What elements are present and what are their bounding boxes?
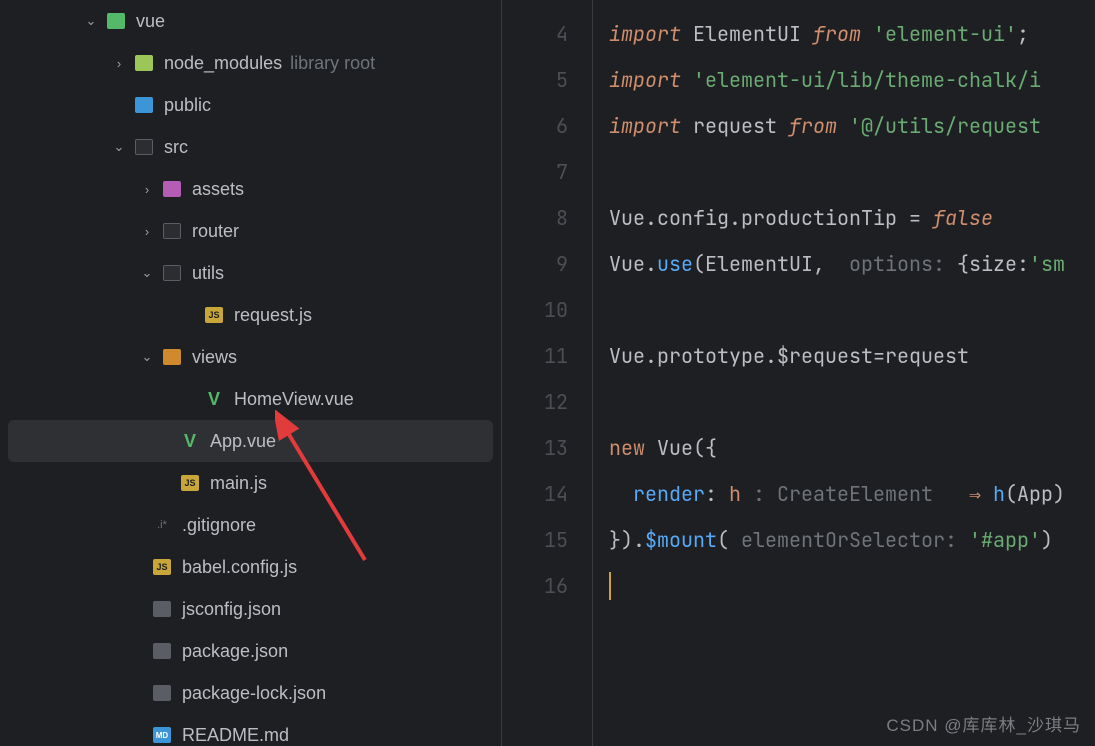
tree-item-label: router	[192, 221, 239, 242]
file-package-lock[interactable]: package-lock.json	[0, 672, 501, 714]
tree-item-label: utils	[192, 263, 224, 284]
file-readme[interactable]: MD README.md	[0, 714, 501, 746]
file-tree-sidebar: ⌄ vue › node_modules library root public ⌄ src ›…	[0, 0, 502, 746]
folder-orange-icon	[162, 347, 182, 367]
chevron-down-icon[interactable]: ⌄	[112, 139, 126, 155]
chevron-right-icon[interactable]: ›	[112, 56, 126, 71]
watermark: CSDN @库库林_沙琪马	[886, 711, 1081, 736]
line-number: 12	[502, 379, 568, 425]
text-cursor	[609, 572, 611, 600]
folder-utils[interactable]: ⌄ utils	[0, 252, 501, 294]
tree-item-label: assets	[192, 179, 244, 200]
code-line[interactable]	[609, 563, 1095, 609]
tree-item-label: babel.config.js	[182, 557, 297, 578]
folder-lib-icon	[134, 53, 154, 73]
folder-assets[interactable]: › assets	[0, 168, 501, 210]
tree-item-label: src	[164, 137, 188, 158]
chevron-right-icon[interactable]: ›	[140, 224, 154, 239]
folder-router[interactable]: › router	[0, 210, 501, 252]
line-number: 15	[502, 517, 568, 563]
tree-item-label: public	[164, 95, 211, 116]
file-app-vue[interactable]: V App.vue	[8, 420, 493, 462]
folder-dark-icon	[162, 263, 182, 283]
code-line[interactable]: Vue.prototype.$request=request	[609, 333, 1095, 379]
folder-node-modules[interactable]: › node_modules library root	[0, 42, 501, 84]
line-number: 4	[502, 11, 568, 57]
tree-item-label: request.js	[234, 305, 312, 326]
code-line[interactable]: }).$mount( elementOrSelector: '#app')	[609, 517, 1095, 563]
file-request-js[interactable]: JS request.js	[0, 294, 501, 336]
line-number: 16	[502, 563, 568, 609]
gitignore-icon: .i*	[152, 515, 172, 535]
tree-item-label: README.md	[182, 725, 289, 746]
code-line[interactable]: new Vue({	[609, 425, 1095, 471]
tree-item-label: package-lock.json	[182, 683, 326, 704]
chevron-down-icon[interactable]: ⌄	[140, 349, 154, 365]
line-number: 5	[502, 57, 568, 103]
vue-icon: V	[204, 389, 224, 409]
code-line[interactable]: import 'element-ui/lib/theme-chalk/i	[609, 57, 1095, 103]
code-line[interactable]: Vue.use(ElementUI, options: {size:'sm	[609, 241, 1095, 287]
js-icon: JS	[180, 473, 200, 493]
folder-blue-icon	[134, 95, 154, 115]
line-gutter: 45678910111213141516	[502, 0, 592, 746]
tree-item-label: .gitignore	[182, 515, 256, 536]
js-icon: JS	[204, 305, 224, 325]
line-number: 13	[502, 425, 568, 471]
file-main-js[interactable]: JS main.js	[0, 462, 501, 504]
line-number: 6	[502, 103, 568, 149]
line-number: 8	[502, 195, 568, 241]
file-package[interactable]: package.json	[0, 630, 501, 672]
code-line[interactable]: import ElementUI from 'element-ui';	[609, 11, 1095, 57]
chevron-right-icon[interactable]: ›	[140, 182, 154, 197]
js-icon: JS	[152, 557, 172, 577]
code-line[interactable]: render: h : CreateElement ⇒ h(App)	[609, 471, 1095, 517]
tree-item-label: vue	[136, 11, 165, 32]
file-jsconfig[interactable]: jsconfig.json	[0, 588, 501, 630]
tree-item-extra: library root	[290, 53, 375, 74]
tree-item-label: package.json	[182, 641, 288, 662]
code-line[interactable]: Vue.config.productionTip = false	[609, 195, 1095, 241]
code-editor[interactable]: 45678910111213141516 import ElementUI fr…	[502, 0, 1095, 746]
json-icon	[152, 599, 172, 619]
code-line[interactable]	[609, 287, 1095, 333]
file-babel-config[interactable]: JS babel.config.js	[0, 546, 501, 588]
json-icon	[152, 641, 172, 661]
file-gitignore[interactable]: .i* .gitignore	[0, 504, 501, 546]
folder-vue-root[interactable]: ⌄ vue	[0, 0, 501, 42]
code-line[interactable]	[609, 379, 1095, 425]
chevron-down-icon[interactable]: ⌄	[84, 13, 98, 29]
tree-item-label: App.vue	[210, 431, 276, 452]
folder-purple-icon	[162, 179, 182, 199]
vue-icon: V	[180, 431, 200, 451]
file-homeview-vue[interactable]: V HomeView.vue	[0, 378, 501, 420]
md-icon: MD	[152, 725, 172, 745]
folder-src[interactable]: ⌄ src	[0, 126, 501, 168]
chevron-down-icon[interactable]: ⌄	[140, 265, 154, 281]
tree-item-label: jsconfig.json	[182, 599, 281, 620]
tree-item-label: node_modules	[164, 53, 282, 74]
folder-dark-icon	[162, 221, 182, 241]
code-area[interactable]: import ElementUI from 'element-ui';impor…	[592, 0, 1095, 746]
line-number: 11	[502, 333, 568, 379]
line-number: 14	[502, 471, 568, 517]
folder-views[interactable]: ⌄ views	[0, 336, 501, 378]
line-number: 7	[502, 149, 568, 195]
folder-dark-icon	[134, 137, 154, 157]
line-number: 9	[502, 241, 568, 287]
json-icon	[152, 683, 172, 703]
folder-vue-icon	[106, 11, 126, 31]
tree-item-label: views	[192, 347, 237, 368]
tree-item-label: HomeView.vue	[234, 389, 354, 410]
folder-public[interactable]: public	[0, 84, 501, 126]
line-number: 10	[502, 287, 568, 333]
code-line[interactable]: import request from '@/utils/request	[609, 103, 1095, 149]
code-line[interactable]	[609, 149, 1095, 195]
tree-item-label: main.js	[210, 473, 267, 494]
